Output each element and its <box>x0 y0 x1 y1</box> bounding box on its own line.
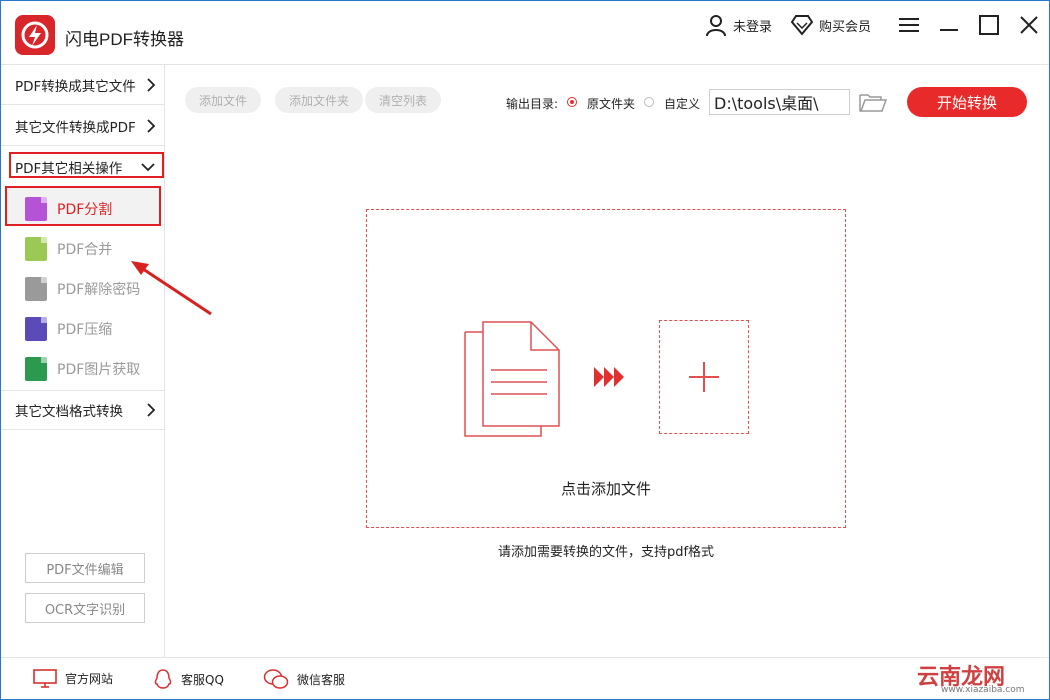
pdf-image-icon <box>25 357 47 381</box>
minimize-button[interactable] <box>929 1 969 49</box>
format-hint: 请添加需要转换的文件，支持pdf格式 <box>497 545 715 560</box>
minimize-icon <box>940 29 958 31</box>
title-bar: 闪电PDF转换器 未登录 购买会员 <box>1 1 1049 65</box>
pdf-split-icon <box>25 197 47 221</box>
sub-item-label: PDF压缩 <box>57 322 113 338</box>
maximize-icon <box>979 15 999 35</box>
category-other-to-pdf[interactable]: 其它文件转换成PDF <box>1 106 164 146</box>
menu-icon <box>899 18 919 32</box>
wechat-service-link[interactable]: 微信客服 <box>263 668 345 690</box>
app-window: 闪电PDF转换器 未登录 购买会员 PDF转换成其它文件 其它文件转换成PDF … <box>0 0 1050 700</box>
ocr-button[interactable]: OCR文字识别 <box>25 593 145 623</box>
watermark-url: www.xiazaiba.com <box>941 685 1025 695</box>
chevron-right-icon <box>147 77 156 92</box>
monitor-icon <box>33 669 57 688</box>
documents-icon <box>464 321 560 437</box>
close-button[interactable] <box>1009 1 1049 49</box>
add-file-box[interactable] <box>659 320 749 434</box>
pdf-unlock-icon <box>25 277 47 301</box>
sidebar: PDF转换成其它文件 其它文件转换成PDF PDF其它相关操作 PDF分割 PD… <box>1 65 165 657</box>
category-pdf-to-other[interactable]: PDF转换成其它文件 <box>1 65 164 105</box>
qq-icon <box>154 669 172 689</box>
sub-item-label: PDF合并 <box>57 242 113 258</box>
menu-button[interactable] <box>889 1 929 49</box>
footer: 官方网站 客服QQ 微信客服 <box>1 657 1049 699</box>
buy-member-label: 购买会员 <box>818 19 871 35</box>
wechat-service-label: 微信客服 <box>297 672 346 687</box>
customer-service-qq-link[interactable]: 客服QQ <box>153 668 224 690</box>
clear-list-button[interactable]: 清空列表 <box>365 87 442 113</box>
sub-item-pdf-split[interactable]: PDF分割 <box>25 195 112 223</box>
category-label: 其它文件转换成PDF <box>15 119 136 136</box>
sub-item-pdf-compress[interactable]: PDF压缩 <box>25 315 112 343</box>
sub-item-pdf-merge[interactable]: PDF合并 <box>25 235 112 263</box>
drop-zone-text: 点击添加文件 <box>560 480 651 498</box>
app-logo-icon <box>15 15 55 55</box>
app-title: 闪电PDF转换器 <box>65 30 184 49</box>
radio-custom-label: 自定义 <box>664 97 701 111</box>
buy-member-button[interactable]: 购买会员 <box>790 14 871 36</box>
file-drop-zone[interactable]: 点击添加文件 <box>366 209 846 528</box>
add-file-button[interactable]: 添加文件 <box>185 87 262 113</box>
customer-service-qq-label: 客服QQ <box>181 672 224 687</box>
login-label: 未登录 <box>732 19 772 35</box>
official-website-link[interactable]: 官方网站 <box>33 668 113 688</box>
diamond-icon <box>790 15 814 36</box>
pdf-merge-icon <box>25 237 47 261</box>
annotation-arrow <box>131 261 212 316</box>
output-path-input[interactable]: D:\tools\桌面\ <box>709 89 850 115</box>
maximize-button[interactable] <box>969 1 1009 49</box>
radio-original-folder[interactable] <box>567 97 577 107</box>
chevron-right-icon <box>147 403 156 417</box>
pdf-edit-button[interactable]: PDF文件编辑 <box>25 553 145 583</box>
chevron-right-icon <box>147 118 156 133</box>
official-website-label: 官方网站 <box>65 671 114 686</box>
add-folder-button[interactable]: 添加文件夹 <box>275 87 364 113</box>
start-convert-button[interactable]: 开始转换 <box>907 87 1027 117</box>
user-icon <box>705 15 726 37</box>
arrows-icon <box>594 367 624 387</box>
pdf-compress-icon <box>25 317 47 341</box>
folder-icon[interactable] <box>859 91 887 113</box>
radio-custom[interactable] <box>644 97 654 107</box>
sub-item-pdf-image-extract[interactable]: PDF图片获取 <box>25 355 140 383</box>
category-other-doc-formats[interactable]: 其它文档格式转换 <box>1 390 164 430</box>
radio-original-label: 原文件夹 <box>587 97 636 111</box>
category-label: 其它文档格式转换 <box>15 404 123 420</box>
login-button[interactable]: 未登录 <box>704 13 772 37</box>
close-icon <box>1020 16 1038 34</box>
sub-item-label: PDF分割 <box>57 202 113 218</box>
output-dir-label: 输出目录: <box>506 97 559 111</box>
sub-item-label: PDF图片获取 <box>57 362 141 378</box>
category-highlight-box <box>9 152 164 178</box>
plus-icon <box>689 362 719 392</box>
category-label: PDF转换成其它文件 <box>15 78 136 95</box>
wechat-icon <box>263 669 289 689</box>
